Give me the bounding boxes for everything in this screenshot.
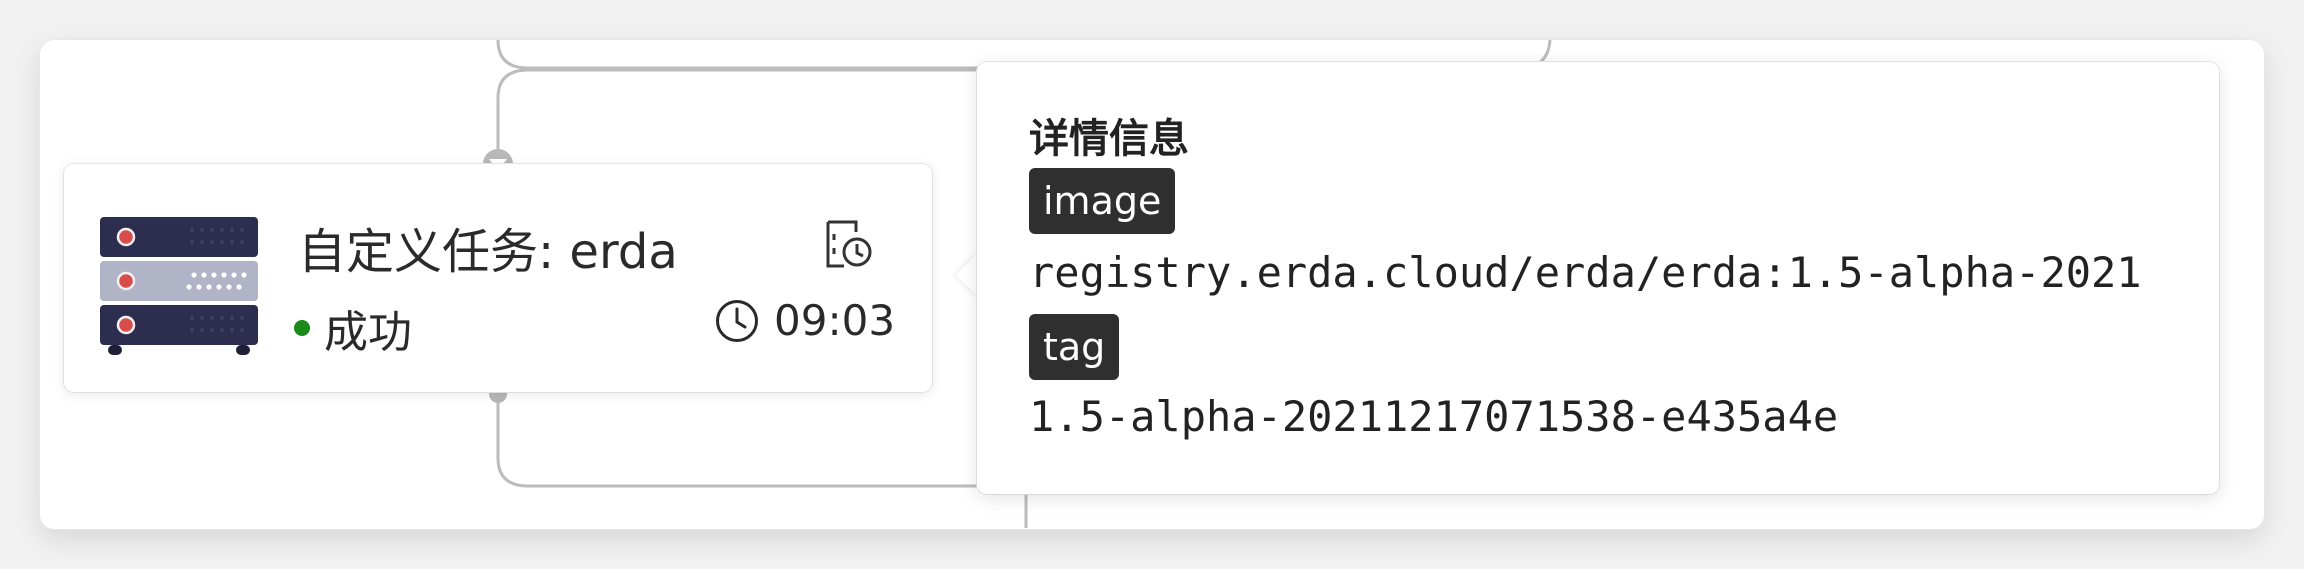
field-value-tag: 1.5-alpha-20211217071538-e435a4e — [1029, 392, 1839, 441]
clock-icon — [716, 299, 758, 342]
node-title: 自定义任务: erda — [298, 224, 678, 280]
connector-in — [496, 68, 1000, 162]
pipeline-node-card[interactable]: 自定义任务: erda 成功 09:03 — [64, 164, 932, 392]
field-value-image: registry.erda.cloud/erda/erda:1.5-alpha-… — [1029, 248, 2142, 297]
connector-out — [496, 392, 1028, 528]
server-rack-icon — [100, 217, 258, 355]
node-time-label: 09:03 — [774, 296, 896, 345]
field-key-tag: tag — [1029, 314, 1120, 380]
details-popover: 详情信息 image registry.erda.cloud/erda/erda… — [977, 62, 2219, 494]
field-key-image: image — [1029, 168, 1176, 234]
status-success-dot — [294, 320, 310, 336]
node-duration: 09:03 — [714, 296, 895, 345]
status-label: 成功 — [324, 307, 412, 358]
pipeline-canvas: 自定义任务: erda 成功 09:03 详情信息 image registry… — [0, 0, 2304, 569]
run-history-icon[interactable] — [822, 218, 874, 270]
popover-title: 详情信息 — [1029, 116, 1189, 162]
node-status: 成功 — [294, 296, 412, 360]
